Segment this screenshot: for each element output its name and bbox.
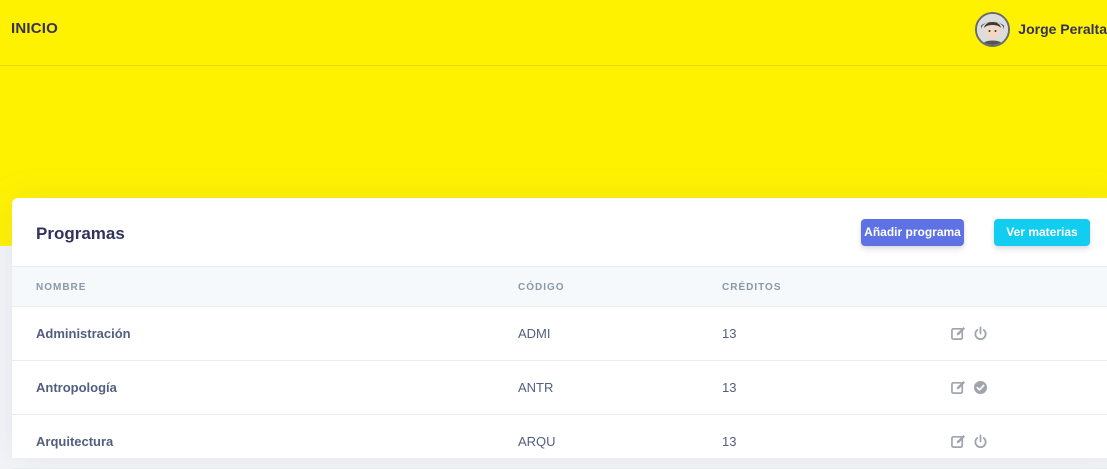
avatar[interactable]: [975, 11, 1011, 47]
program-code: ADMI: [518, 326, 551, 341]
table-row: Arquitectura ARQU 13: [12, 415, 1107, 469]
top-navbar: INICIO Jorge Peralta: [0, 0, 1107, 66]
program-credits: 13: [722, 326, 737, 341]
user-avatar-icon: [977, 13, 1009, 45]
program-code: ANTR: [518, 380, 554, 395]
table-header: NOMBRE CÓDIGO CRÉDITOS: [12, 267, 1107, 307]
power-icon[interactable]: [973, 326, 988, 341]
user-menu[interactable]: Jorge Peralta: [975, 11, 1107, 47]
program-name: Antropología: [36, 380, 117, 395]
table-row: Administración ADMI 13: [12, 307, 1107, 361]
column-header-nombre[interactable]: NOMBRE: [36, 282, 86, 293]
add-program-button[interactable]: Añadir programa: [861, 219, 964, 246]
program-credits: 13: [722, 380, 737, 395]
programs-card: Programas Añadir programa Ver materias N…: [12, 198, 1107, 469]
edit-icon[interactable]: [951, 326, 966, 341]
page-title: Programas: [36, 224, 125, 243]
edit-icon[interactable]: [951, 380, 966, 395]
view-subjects-button[interactable]: Ver materias: [994, 219, 1090, 246]
row-actions: [951, 380, 988, 395]
column-header-creditos[interactable]: CRÉDITOS: [722, 282, 782, 293]
user-name[interactable]: Jorge Peralta: [1018, 21, 1107, 37]
table-row: Antropología ANTR 13: [12, 361, 1107, 415]
column-header-codigo[interactable]: CÓDIGO: [518, 282, 565, 293]
brand-link[interactable]: INICIO: [11, 20, 58, 37]
card-header: Programas Añadir programa Ver materias: [12, 198, 1107, 267]
program-name: Administración: [36, 326, 131, 341]
check-circle-icon[interactable]: [973, 380, 988, 395]
row-actions: [951, 326, 988, 341]
